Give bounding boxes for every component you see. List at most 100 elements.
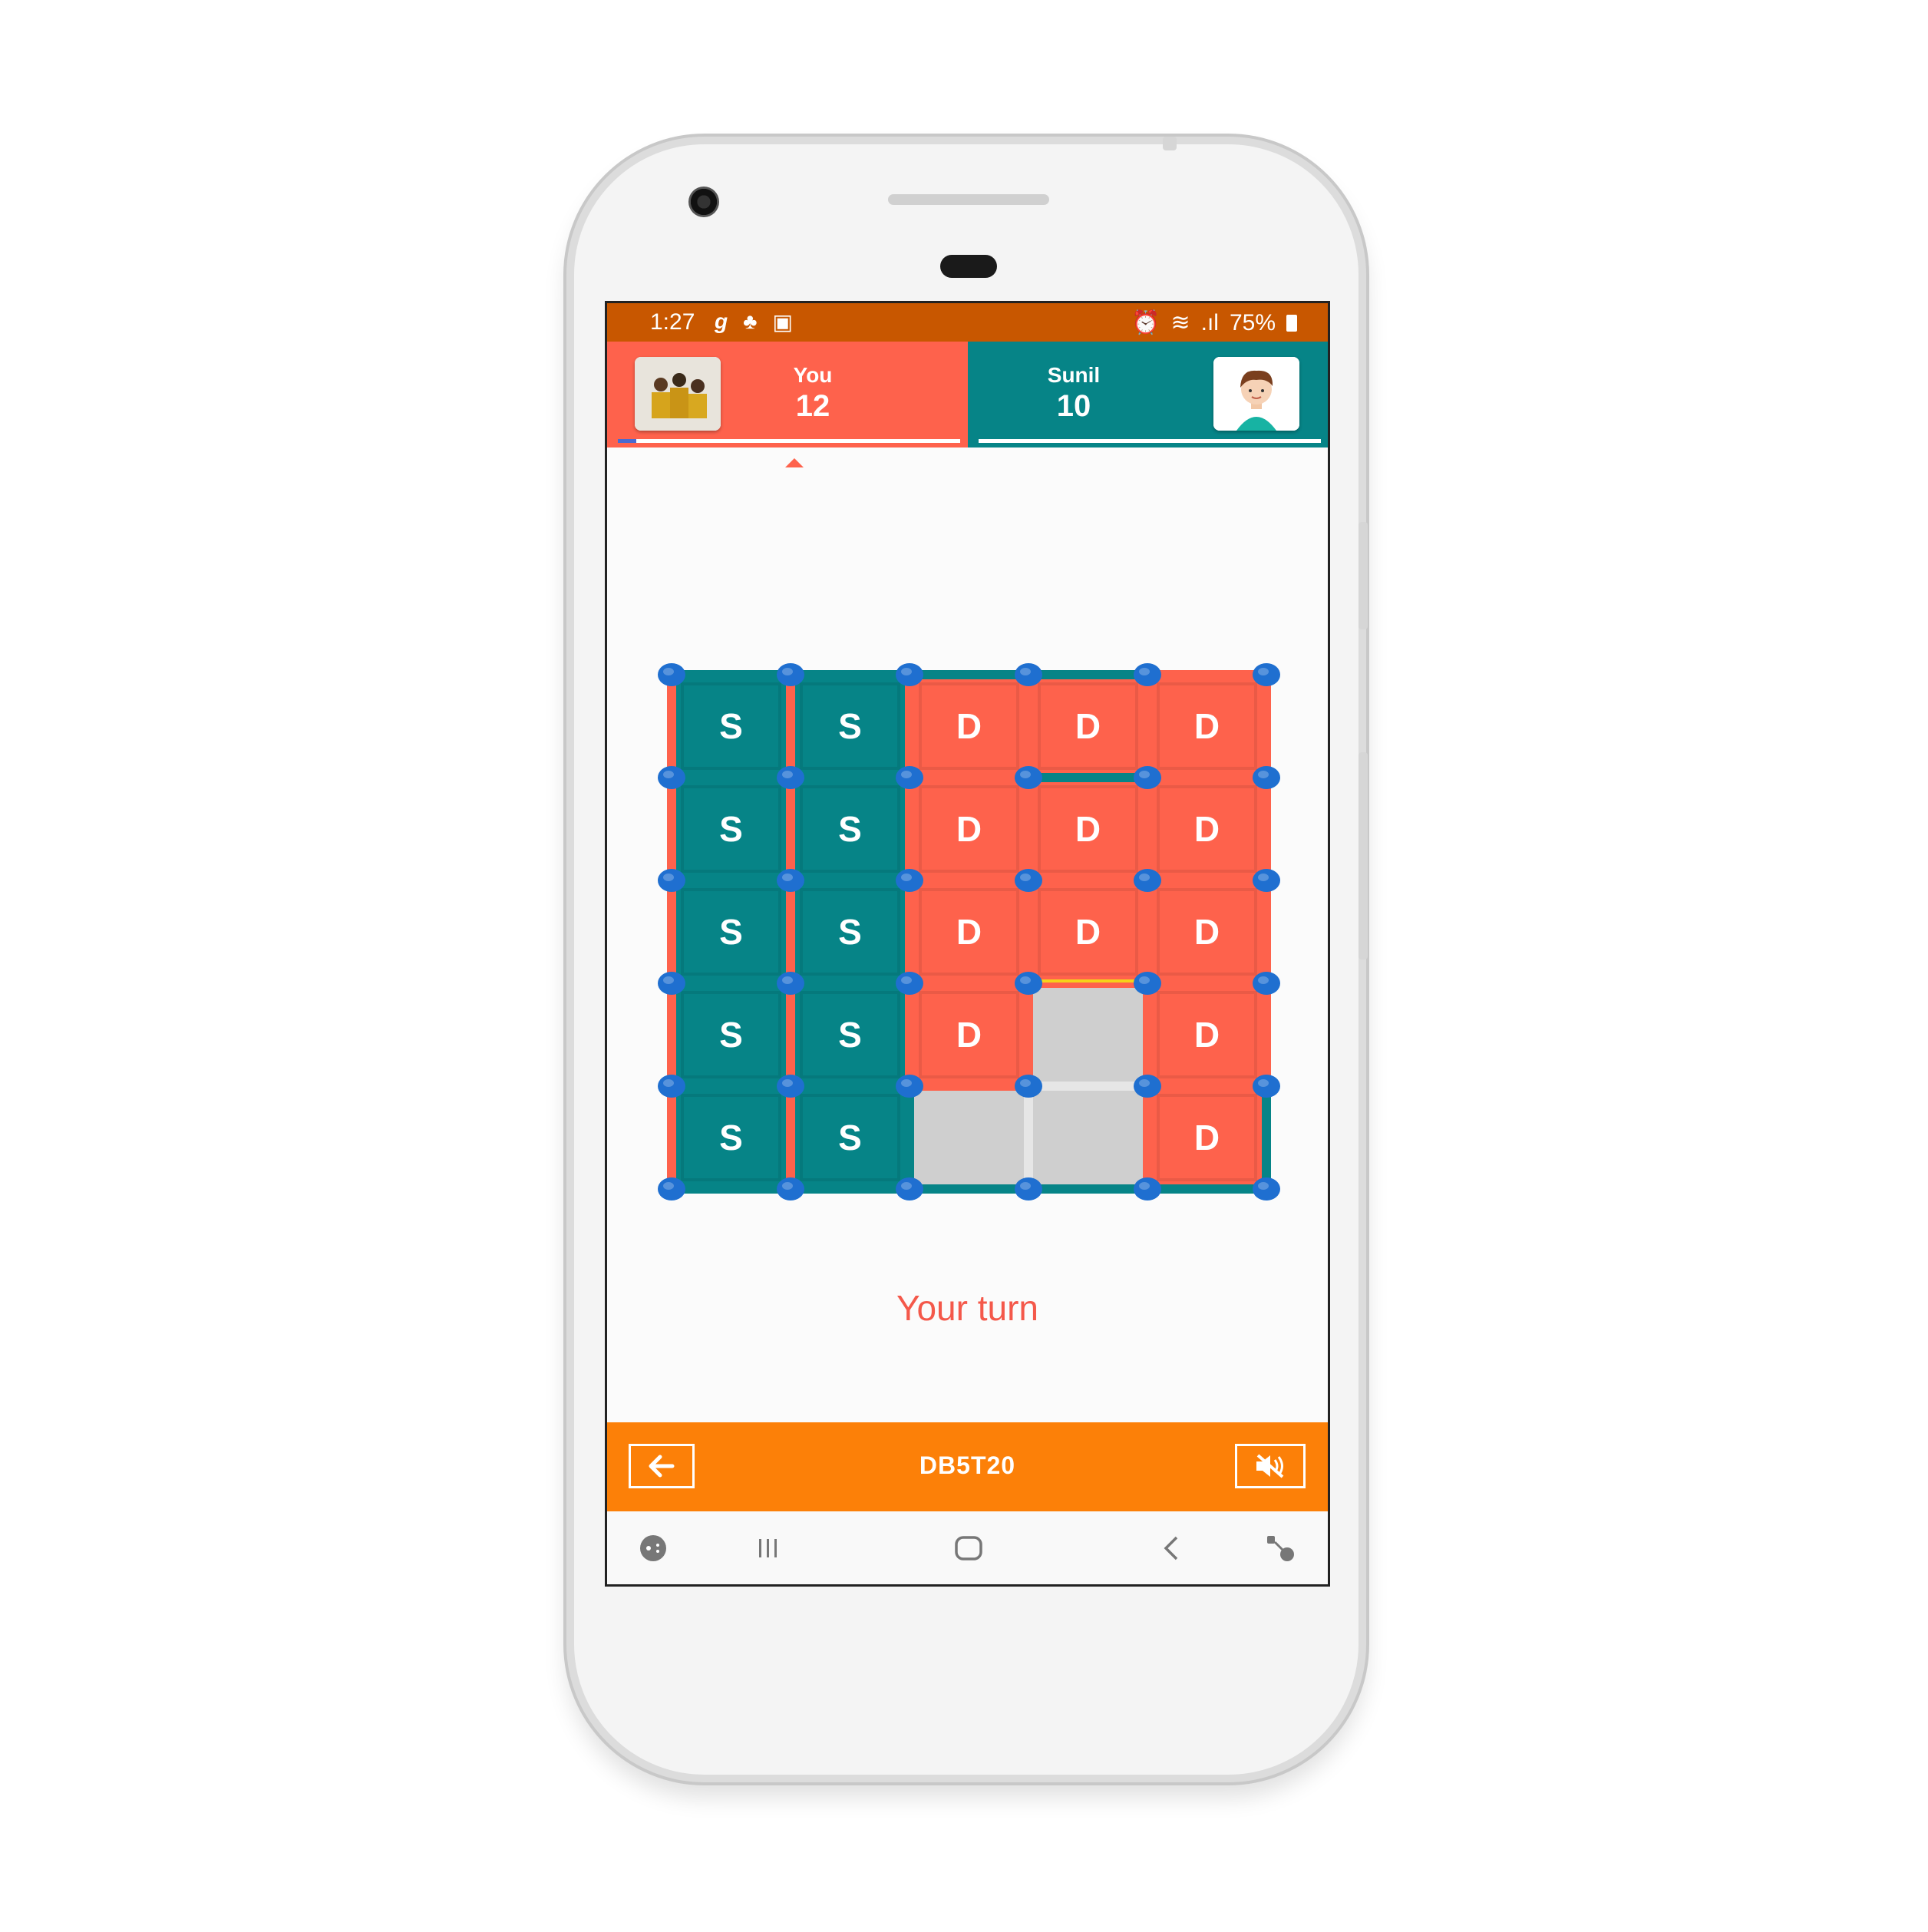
board-line-vertical[interactable] bbox=[905, 1086, 914, 1189]
board-line-horizontal[interactable] bbox=[1028, 1184, 1147, 1194]
board-line-vertical[interactable] bbox=[786, 880, 795, 983]
board-line-horizontal[interactable] bbox=[672, 773, 791, 782]
board-line-vertical[interactable] bbox=[905, 880, 914, 983]
board-line-horizontal[interactable] bbox=[1028, 670, 1147, 679]
board-line-horizontal[interactable] bbox=[672, 670, 791, 679]
board-line-horizontal[interactable] bbox=[1147, 1184, 1266, 1194]
board-dot-shine bbox=[1258, 1182, 1269, 1190]
board-cell-empty[interactable] bbox=[910, 1086, 1028, 1189]
board-line-horizontal[interactable] bbox=[1028, 1082, 1147, 1091]
board-cell-empty[interactable] bbox=[1028, 1086, 1147, 1189]
board-line-vertical[interactable] bbox=[1262, 778, 1271, 880]
board-line-vertical[interactable] bbox=[667, 675, 676, 778]
cell-owner-letter: S bbox=[838, 809, 862, 849]
board-line-vertical[interactable] bbox=[1143, 675, 1152, 778]
board-line-horizontal[interactable] bbox=[1028, 773, 1147, 782]
board-line-horizontal[interactable] bbox=[672, 1082, 791, 1091]
board-line-horizontal[interactable] bbox=[672, 876, 791, 885]
board-line-vertical[interactable] bbox=[905, 778, 914, 880]
earpiece-speaker bbox=[888, 194, 1049, 205]
board-line-vertical[interactable] bbox=[1262, 983, 1271, 1086]
board-dot-shine bbox=[1258, 771, 1269, 778]
board-line-horizontal[interactable] bbox=[791, 1082, 910, 1091]
board-dot-shine bbox=[901, 771, 912, 778]
board-dot-shine bbox=[663, 771, 674, 778]
board-line-horizontal[interactable] bbox=[672, 979, 791, 988]
board-line-horizontal[interactable] bbox=[791, 1184, 910, 1194]
back-chevron-icon[interactable] bbox=[1157, 1533, 1187, 1571]
game-icon[interactable] bbox=[638, 1533, 669, 1571]
board-line-horizontal[interactable] bbox=[910, 1082, 1028, 1091]
board-line-horizontal[interactable] bbox=[1147, 979, 1266, 988]
board-line-horizontal[interactable] bbox=[910, 670, 1028, 679]
board-line-vertical[interactable] bbox=[1143, 1086, 1152, 1189]
board-line-vertical[interactable] bbox=[786, 983, 795, 1086]
board-line-vertical[interactable] bbox=[1143, 778, 1152, 880]
board-dot-shine bbox=[1139, 874, 1150, 881]
assist-icon[interactable] bbox=[1264, 1533, 1301, 1571]
board-line-vertical[interactable] bbox=[1024, 983, 1033, 1086]
phone-screen: 1:27 g ♣ ▣ ⏰ ≋ .ıl 75% You 12 Sunil 10 S… bbox=[605, 301, 1330, 1587]
board-line-vertical[interactable] bbox=[786, 778, 795, 880]
board-line-horizontal[interactable] bbox=[791, 979, 910, 988]
board-dot-shine bbox=[901, 1182, 912, 1190]
board-line-horizontal[interactable] bbox=[910, 773, 1028, 782]
board-line-vertical[interactable] bbox=[667, 1086, 676, 1189]
board-line-vertical[interactable] bbox=[1262, 675, 1271, 778]
board-dot-shine bbox=[782, 1182, 793, 1190]
board-dot-shine bbox=[782, 874, 793, 881]
cell-owner-letter: S bbox=[838, 1118, 862, 1158]
board-dot-shine bbox=[782, 976, 793, 984]
board-dot-shine bbox=[663, 874, 674, 881]
board-line-horizontal[interactable] bbox=[910, 979, 1028, 988]
board-line-vertical[interactable] bbox=[905, 983, 914, 1086]
board-line-horizontal[interactable] bbox=[910, 1184, 1028, 1194]
cell-owner-letter: D bbox=[1194, 1015, 1220, 1055]
board-line-vertical[interactable] bbox=[667, 778, 676, 880]
board-line-vertical[interactable] bbox=[1024, 880, 1033, 983]
board-line-vertical[interactable] bbox=[1262, 1086, 1271, 1189]
board-line-horizontal[interactable] bbox=[791, 876, 910, 885]
board-dot-shine bbox=[1139, 976, 1150, 984]
board-dot-shine bbox=[782, 1079, 793, 1087]
game-board[interactable]: S S D D D S S D D D S S D D D S S D D S S D bbox=[607, 303, 1328, 1301]
last-move-highlight bbox=[1028, 979, 1147, 983]
board-line-vertical[interactable] bbox=[905, 675, 914, 778]
board-line-vertical[interactable] bbox=[786, 1086, 795, 1189]
proximity-sensor bbox=[940, 255, 997, 278]
board-line-horizontal[interactable] bbox=[1147, 876, 1266, 885]
board-dot-shine bbox=[901, 1079, 912, 1087]
board-line-vertical[interactable] bbox=[667, 983, 676, 1086]
sound-toggle-button[interactable] bbox=[1235, 1444, 1306, 1488]
board-cell-empty[interactable] bbox=[1028, 983, 1147, 1086]
board-dot-shine bbox=[1139, 771, 1150, 778]
cell-owner-letter: S bbox=[719, 706, 743, 746]
board-line-horizontal[interactable] bbox=[1147, 773, 1266, 782]
board-dot-shine bbox=[1020, 1182, 1031, 1190]
board-line-vertical[interactable] bbox=[1024, 778, 1033, 880]
board-line-horizontal[interactable] bbox=[910, 876, 1028, 885]
board-line-horizontal[interactable] bbox=[1147, 1082, 1266, 1091]
board-line-horizontal[interactable] bbox=[1028, 876, 1147, 885]
board-line-vertical[interactable] bbox=[786, 675, 795, 778]
board-line-vertical[interactable] bbox=[667, 880, 676, 983]
board-line-vertical[interactable] bbox=[1024, 675, 1033, 778]
bottom-bar: DB5T20 bbox=[607, 1422, 1328, 1511]
board-dot-shine bbox=[1020, 668, 1031, 675]
board-line-horizontal[interactable] bbox=[1147, 670, 1266, 679]
cell-owner-letter: D bbox=[956, 809, 982, 849]
board-line-vertical[interactable] bbox=[1143, 983, 1152, 1086]
board-line-vertical[interactable] bbox=[1143, 880, 1152, 983]
board-line-horizontal[interactable] bbox=[791, 773, 910, 782]
board-line-vertical[interactable] bbox=[1024, 1086, 1033, 1189]
cell-owner-letter: D bbox=[1194, 1118, 1220, 1158]
home-icon[interactable] bbox=[952, 1533, 985, 1571]
board-line-horizontal[interactable] bbox=[672, 1184, 791, 1194]
board-line-horizontal[interactable] bbox=[791, 670, 910, 679]
cell-owner-letter: D bbox=[956, 1015, 982, 1055]
recents-icon[interactable] bbox=[753, 1533, 784, 1571]
cell-owner-letter: S bbox=[838, 706, 862, 746]
board-dot-shine bbox=[1020, 976, 1031, 984]
board-line-vertical[interactable] bbox=[1262, 880, 1271, 983]
power-button bbox=[1359, 522, 1368, 629]
